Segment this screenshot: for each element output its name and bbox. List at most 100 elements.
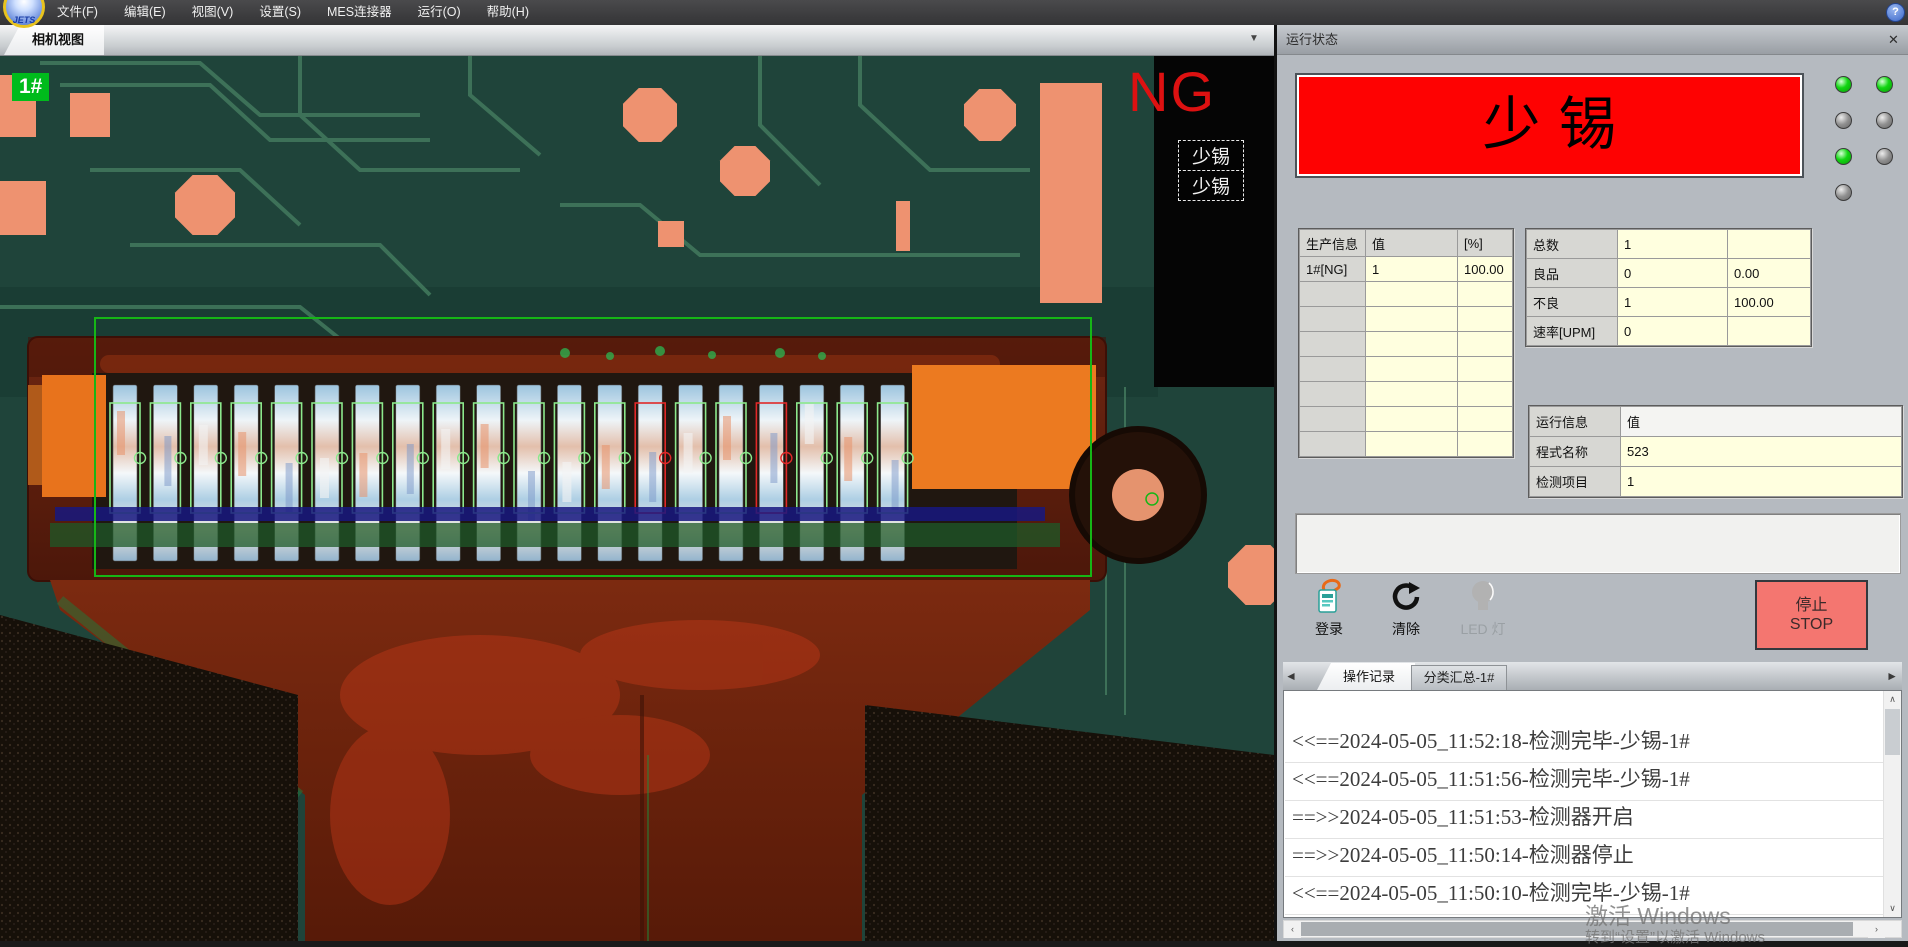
table-cell: 检测项目 xyxy=(1530,467,1621,497)
table-cell: 运行信息 xyxy=(1530,407,1621,437)
status-lamp-on xyxy=(1835,76,1852,93)
status-lamp-on xyxy=(1876,76,1893,93)
status-lamp-off xyxy=(1835,112,1852,129)
menu-item-settings[interactable]: 设置(S) xyxy=(246,0,314,25)
table-cell xyxy=(1728,230,1811,259)
table-cell: 不良 xyxy=(1527,288,1618,317)
table-cell xyxy=(1458,407,1513,432)
tab-scroll-left-icon[interactable]: ◄ xyxy=(1285,662,1297,690)
message-box xyxy=(1295,513,1901,574)
vertical-scroll-thumb[interactable] xyxy=(1885,709,1900,755)
table-cell xyxy=(1458,282,1513,307)
log-entry: <<==2024-05-05_11:50:10-检测完毕-少锡-1# xyxy=(1285,877,1883,915)
table-cell: 523 xyxy=(1621,437,1902,467)
table-cell xyxy=(1366,307,1458,332)
camera-unit-label: 1# xyxy=(12,73,49,101)
table-cell: 程式名称 xyxy=(1530,437,1621,467)
pcb-image xyxy=(0,55,1274,941)
vertical-scrollbar[interactable]: ∧ ∨ xyxy=(1883,691,1901,917)
table-cell xyxy=(1458,307,1513,332)
table-cell xyxy=(1300,332,1366,357)
ng-result-text: NG xyxy=(1128,59,1216,124)
table-cell xyxy=(1366,357,1458,382)
view-tab-bar: 相机视图 ▼ xyxy=(0,25,1274,56)
log-entry: <<==2024-05-05_11:51:56-检测完毕-少锡-1# xyxy=(1285,763,1883,801)
app-logo: JETS xyxy=(3,0,45,28)
run-status-panel: 运行状态 ✕ 少锡 生产信息值[%]1#[NG]1100.00 总数1良品00.… xyxy=(1277,25,1908,941)
status-lamp-off xyxy=(1876,112,1893,129)
table-cell: 100.00 xyxy=(1458,257,1513,282)
scroll-left-icon[interactable]: ‹ xyxy=(1284,921,1301,938)
defect-tag: 少锡 xyxy=(1178,170,1244,201)
menu-item-file[interactable]: 文件(F) xyxy=(44,0,111,25)
menu-item-edit[interactable]: 编辑(E) xyxy=(111,0,179,25)
table-cell: 生产信息 xyxy=(1300,230,1366,257)
table-cell xyxy=(1458,357,1513,382)
horizontal-scroll-thumb[interactable] xyxy=(1301,922,1853,936)
log-entry: ==>>2024-05-05_11:50:14-检测器停止 xyxy=(1285,839,1883,877)
login-label: 登录 xyxy=(1297,619,1361,639)
table-cell xyxy=(1300,407,1366,432)
table-cell xyxy=(1366,382,1458,407)
stop-label-en: STOP xyxy=(1790,615,1833,634)
log-tab-bar: ◄ 操作记录 分类汇总-1# ► xyxy=(1283,662,1902,691)
log-entries: <<==2024-05-05_11:52:18-检测完毕-少锡-1#<<==20… xyxy=(1285,691,1883,917)
table-cell: 0 xyxy=(1618,317,1728,346)
table-cell xyxy=(1458,432,1513,457)
table-cell: 0.00 xyxy=(1728,259,1811,288)
run-info-table: 运行信息值程式名称523检测项目1 xyxy=(1528,405,1903,498)
menu-items: 文件(F)编辑(E)视图(V)设置(S)MES连接器运行(O)帮助(H) xyxy=(44,0,542,25)
operation-log: <<==2024-05-05_11:52:18-检测完毕-少锡-1#<<==20… xyxy=(1283,690,1902,918)
table-cell: 良品 xyxy=(1527,259,1618,288)
table-cell xyxy=(1366,282,1458,307)
table-cell: 1 xyxy=(1366,257,1458,282)
scroll-right-icon[interactable]: › xyxy=(1868,921,1885,938)
tab-scroll-right-icon[interactable]: ► xyxy=(1886,662,1898,690)
table-cell: 速率[UPM] xyxy=(1527,317,1618,346)
table-cell: 1#[NG] xyxy=(1300,257,1366,282)
close-icon[interactable]: ✕ xyxy=(1885,31,1902,48)
table-cell: 0 xyxy=(1618,259,1728,288)
table-cell: 值 xyxy=(1621,407,1902,437)
horizontal-scrollbar[interactable]: ‹ › xyxy=(1283,920,1902,938)
menu-item-run[interactable]: 运行(O) xyxy=(405,0,474,25)
table-cell: 1 xyxy=(1618,230,1728,259)
status-lamp-on xyxy=(1835,148,1852,165)
login-button[interactable]: 登录 xyxy=(1297,577,1361,639)
led-light-button[interactable]: LED 灯 xyxy=(1451,577,1515,639)
tab-camera-view[interactable]: 相机视图 xyxy=(4,25,104,55)
menu-item-help[interactable]: 帮助(H) xyxy=(474,0,542,25)
stats-table: 总数1良品00.00不良1100.00速率[UPM]0 xyxy=(1525,228,1812,347)
status-lamps xyxy=(1835,76,1901,226)
table-cell xyxy=(1300,307,1366,332)
log-entry: <<==2024-05-05_11:52:18-检测完毕-少锡-1# xyxy=(1285,725,1883,763)
panel-title: 运行状态 xyxy=(1277,25,1908,55)
tab-operation-log[interactable]: 操作记录 xyxy=(1317,663,1415,690)
table-cell: 100.00 xyxy=(1728,288,1811,317)
defect-tag-list: 少锡少锡 xyxy=(1178,141,1244,201)
help-icon[interactable]: ? xyxy=(1886,3,1905,22)
tab-classification-summary[interactable]: 分类汇总-1# xyxy=(1411,665,1507,690)
camera-view: 1# NG 少锡少锡 xyxy=(0,55,1274,941)
menu-item-mes[interactable]: MES连接器 xyxy=(314,0,405,25)
table-cell: 1 xyxy=(1621,467,1902,497)
table-cell xyxy=(1366,332,1458,357)
table-cell xyxy=(1366,407,1458,432)
bulb-icon xyxy=(1451,577,1515,617)
menu-item-view[interactable]: 视图(V) xyxy=(179,0,247,25)
table-cell xyxy=(1728,317,1811,346)
chevron-down-icon[interactable]: ▼ xyxy=(1244,33,1264,49)
clear-button[interactable]: 清除 xyxy=(1374,577,1438,639)
status-lamp-off xyxy=(1876,148,1893,165)
table-cell xyxy=(1458,382,1513,407)
table-cell: [%] xyxy=(1458,230,1513,257)
stop-button[interactable]: 停止 STOP xyxy=(1755,580,1868,650)
panel-divider xyxy=(1274,25,1277,941)
scroll-up-icon[interactable]: ∧ xyxy=(1884,691,1901,708)
menu-bar: JETS 文件(F)编辑(E)视图(V)设置(S)MES连接器运行(O)帮助(H… xyxy=(0,0,1908,25)
id-badge-icon xyxy=(1297,577,1361,617)
scroll-down-icon[interactable]: ∨ xyxy=(1884,900,1901,917)
table-cell: 总数 xyxy=(1527,230,1618,259)
led-label: LED 灯 xyxy=(1451,619,1515,639)
log-entry: ==>>2024-05-05_11:51:53-检测器开启 xyxy=(1285,801,1883,839)
